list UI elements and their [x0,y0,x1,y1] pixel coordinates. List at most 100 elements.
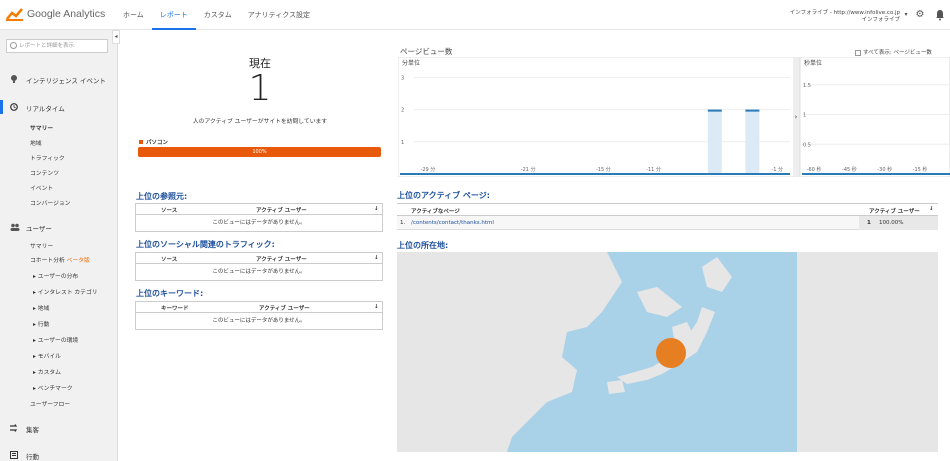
sort-down-icon[interactable]: ↓ [374,206,379,212]
sidebar-subitem-mobile[interactable]: ▸ モバイル [33,351,61,360]
col-source: ソース [161,257,178,263]
logo[interactable]: Google Analytics [6,7,105,21]
empty-message: このビューにはデータがありません。 [212,269,306,275]
keywords-table: キーワード アクティブ ユーザー ↓ このビューにはデータがありません。 [135,301,383,330]
clock-icon [10,103,18,111]
device-legend: パソコン [139,138,168,146]
show-all-checkbox[interactable]: すべて表示: ページビュー数 [855,48,932,56]
chevron-down-icon[interactable]: ▾ [900,9,912,21]
col-active-users[interactable]: アクティブ ユーザー [869,207,920,215]
acquisition-icon [10,424,18,432]
account-name: インフォライブ - http://www.infolive.co.jp [789,10,900,16]
x-tick-label: -21 分 [521,166,536,173]
table-header: ソース アクティブ ユーザー ↓ [136,204,382,215]
minutes-panel [397,56,795,178]
row-index: 1. [400,220,406,226]
sidebar-subitem-interests[interactable]: ▸ インタレスト カテゴリ [33,287,98,296]
sidebar-subitem-behavior[interactable]: ▸ 行動 [33,319,49,328]
japan-map-svg [397,252,938,452]
seconds-panel-title: 秒単位 [804,59,822,67]
view-name: インフォライブ [861,17,900,23]
active-users-desc: 人のアクティブ ユーザーがサイトを訪問しています [192,119,328,125]
referrers-title: 上位の参照元: [136,192,188,201]
page-link[interactable]: /contents/contact/thanks.html [411,220,494,226]
x-tick-label: -1 分 [771,166,783,173]
show-all-label: すべて表示: ページビュー数 [863,50,932,56]
account-selector[interactable]: インフォライブ - http://www.infolive.co.jp インフォ… [780,10,900,24]
label: ユーザーの分布 [37,274,79,280]
legend-swatch [139,140,143,144]
sidebar-subitem-conversions[interactable]: コンバージョン [30,198,70,207]
lightbulb-icon [11,75,17,83]
seconds-panel [799,56,950,178]
y-tick-label: 1 [803,113,806,119]
y-tick-label: 3 [401,75,404,81]
location-map[interactable] [397,252,938,452]
collapse-sidebar-button[interactable]: ◂ [112,30,120,44]
pageview-bar [707,109,722,174]
sidebar-subitem-summary[interactable]: サマリー [30,123,53,132]
nav-admin[interactable]: アナリティクス設定 [240,0,318,30]
sidebar-subitem-demographics[interactable]: ▸ ユーザーの分布 [33,271,78,280]
sort-down-icon[interactable]: ↓ [374,255,379,261]
y-tick-label: 2 [401,108,404,114]
sidebar-item-label: インテリジェンス イベント [26,77,106,85]
x-tick-label: -11 分 [646,166,661,173]
report-search-input[interactable]: レポートと詳細を表示 [6,39,108,53]
col-source: ソース [161,208,178,214]
sort-down-icon[interactable]: ↓ [374,304,379,310]
bell-icon[interactable] [934,9,946,21]
device-bar-fill: 100% [138,147,381,157]
search-placeholder: レポートと詳細を表示 [19,43,75,49]
analytics-logo-icon [6,8,23,21]
col-active-users[interactable]: アクティブ ユーザー [259,304,310,312]
nav-home[interactable]: ホーム [115,0,152,30]
sidebar-subitem-events[interactable]: イベント [30,183,53,192]
sidebar-subitem-benchmark[interactable]: ▸ ベンチマーク [33,383,73,392]
x-tick-label: -30 秒 [877,166,892,173]
x-tick-label: -15 秒 [913,166,928,173]
empty-message: このビューにはデータがありません。 [212,318,306,324]
sidebar-subitem-custom[interactable]: ▸ カスタム [33,367,61,376]
sidebar-subitem-traffic[interactable]: トラフィック [30,153,65,162]
cohort-label: コホート分析 [30,258,65,264]
search-icon [10,42,17,49]
pageview-bar-top [707,109,722,112]
sidebar-subitem-content[interactable]: コンテンツ [30,168,59,177]
referrers-table: ソース アクティブ ユーザー ↓ このビューにはデータがありません。 [135,203,383,232]
label: ベンチマーク [37,386,73,392]
sidebar-subitem-locations[interactable]: 地域 [30,138,42,147]
empty-message: このビューにはデータがありません。 [212,220,306,226]
pageview-bar-top [745,109,760,112]
active-indicator [0,100,3,114]
chevron-right-icon: › [795,113,798,121]
x-tick-label: -45 秒 [842,166,857,173]
active-pages-title: 上位のアクティブ ページ: [397,191,490,200]
sidebar-item-label: 行動 [26,453,39,461]
sidebar-subitem-geo[interactable]: ▸ 地域 [33,303,49,312]
sidebar-subitem-cohort[interactable]: コホート分析 ベータ版 [30,255,90,264]
nav-custom[interactable]: カスタム [196,0,240,30]
sidebar-subitem-users-summary[interactable]: サマリー [30,241,53,250]
main-nav: ホーム レポート カスタム アナリティクス設定 [115,0,318,30]
sidebar: レポートと詳細を表示 インテリジェンス イベント リアルタイム サマリー 地域 … [0,30,118,461]
col-active-users[interactable]: アクティブ ユーザー [256,206,307,214]
sidebar-item-label: 集客 [26,426,39,434]
col-active-users[interactable]: アクティブ ユーザー [256,255,307,263]
label: 地域 [37,306,50,312]
label: カスタム [37,370,61,376]
x-tick-label: -15 分 [596,166,611,173]
beta-badge: ベータ版 [66,258,90,264]
sidebar-subitem-users-flow[interactable]: ユーザーフロー [30,399,70,408]
device-label: パソコン [146,140,169,146]
sidebar-subitem-technology[interactable]: ▸ ユーザーの環境 [33,335,78,344]
sidebar-item-label: ユーザー [26,225,52,233]
keywords-title: 上位のキーワード: [136,289,204,298]
location-marker[interactable] [656,338,686,368]
gear-icon[interactable]: ⚙ [914,9,926,21]
top-bar: Google Analytics ホーム レポート カスタム アナリティクス設定… [0,0,950,30]
minutes-panel-title: 分単位 [402,59,420,67]
nav-reports[interactable]: レポート [151,0,196,30]
logo-text: Google Analytics [27,8,106,20]
sort-down-icon[interactable]: ↓ [929,206,934,212]
